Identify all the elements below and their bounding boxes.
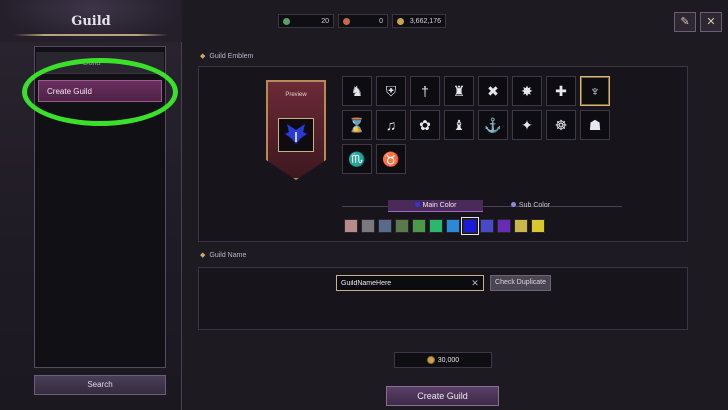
scorpion-icon[interactable]: ♏	[342, 144, 372, 174]
resource-bar: 20 0 3,662,176	[278, 14, 446, 28]
color-swatch[interactable]	[429, 219, 443, 233]
shield-cross-icon[interactable]: ⛨	[376, 76, 406, 106]
resource-2-value: 0	[379, 17, 383, 25]
sword-icon[interactable]: †	[410, 76, 440, 106]
emblem-grid: ♞ ⛨ † ♜ ✖ ✸ ✚ ♆ ⌛ ♫ ✿ ♝ ⚓ ✦ ☸ ☗ ♏ ♉	[342, 76, 610, 174]
crossed-axes-icon[interactable]: ✖	[478, 76, 508, 106]
compass-star-icon[interactable]: ✦	[512, 110, 542, 140]
helmet-icon[interactable]: ♜	[444, 76, 474, 106]
color-swatch[interactable]	[446, 219, 460, 233]
cost-display: 30,000	[394, 352, 492, 368]
banner-preview-label: Preview	[285, 92, 307, 98]
close-icon[interactable]: ✕	[700, 12, 722, 32]
lyre-icon[interactable]: ♫	[376, 110, 406, 140]
diamond-icon: ◆	[200, 53, 206, 60]
search-button[interactable]: Search	[34, 375, 166, 395]
tab-main-label: Main Color	[422, 202, 457, 209]
star-burst-icon[interactable]: ✸	[512, 76, 542, 106]
resource-2-icon	[343, 17, 350, 25]
journal-icon[interactable]: ✎	[674, 12, 696, 32]
winged-emblem-icon[interactable]: ♆	[580, 76, 610, 106]
name-section-text: Guild Name	[209, 252, 247, 259]
gold-value: 3,662,176	[409, 17, 441, 25]
turtle-icon[interactable]: ☸	[546, 110, 576, 140]
color-swatch[interactable]	[378, 219, 392, 233]
color-swatch[interactable]	[461, 217, 479, 235]
resource-1-value: 20	[321, 17, 329, 25]
emblem-section-label: ◆ Guild Emblem	[200, 52, 253, 60]
diamond-icon: ◆	[200, 252, 206, 259]
cost-value: 30,000	[437, 356, 460, 364]
emblem-preview-frame	[278, 118, 314, 152]
open-book-icon[interactable]: ☗	[580, 110, 610, 140]
guild-name-input[interactable]	[336, 275, 484, 291]
highlight-annotation	[22, 58, 178, 126]
color-swatch[interactable]	[514, 219, 528, 233]
anchor-icon[interactable]: ⚓	[478, 110, 508, 140]
name-section-label: ◆ Guild Name	[200, 251, 246, 259]
check-duplicate-button[interactable]: Check Duplicate	[490, 275, 551, 291]
top-icons: ✎ ✕	[674, 12, 722, 32]
gold-coin-icon	[426, 356, 435, 364]
knight-helm-icon[interactable]: ♝	[444, 110, 474, 140]
color-tabs: Main Color Sub Color	[388, 200, 578, 212]
wolf-icon[interactable]: ♞	[342, 76, 372, 106]
color-swatch[interactable]	[480, 219, 494, 233]
ox-skull-icon[interactable]: ♉	[376, 144, 406, 174]
sub-color-dot	[510, 202, 516, 207]
cross-icon[interactable]: ✚	[546, 76, 576, 106]
gold-resource: 3,662,176	[392, 14, 446, 28]
color-swatch[interactable]	[497, 219, 511, 233]
color-swatch[interactable]	[361, 219, 375, 233]
clear-icon[interactable]: ✕	[468, 276, 482, 290]
tab-sub-label: Sub Color	[518, 202, 551, 209]
emblem-section-text: Guild Emblem	[209, 53, 254, 60]
color-swatch[interactable]	[395, 219, 409, 233]
main-color-dot	[414, 202, 420, 207]
gold-icon	[397, 17, 404, 25]
color-swatches	[344, 217, 545, 235]
tab-sub-color[interactable]: Sub Color	[483, 200, 578, 212]
title-divider	[14, 34, 168, 36]
create-guild-button[interactable]: Create Guild	[386, 386, 499, 406]
resource-1-icon	[283, 17, 290, 25]
winged-emblem-preview-icon	[285, 124, 307, 144]
tab-main-color[interactable]: Main Color	[388, 200, 483, 212]
hourglass-icon[interactable]: ⌛	[342, 110, 372, 140]
resource-1: 20	[278, 14, 334, 28]
color-swatch[interactable]	[531, 219, 545, 233]
rose-icon[interactable]: ✿	[410, 110, 440, 140]
resource-2: 0	[338, 14, 388, 28]
color-swatch[interactable]	[344, 219, 358, 233]
sidebar-title: Guild	[71, 14, 111, 29]
color-swatch[interactable]	[412, 219, 426, 233]
